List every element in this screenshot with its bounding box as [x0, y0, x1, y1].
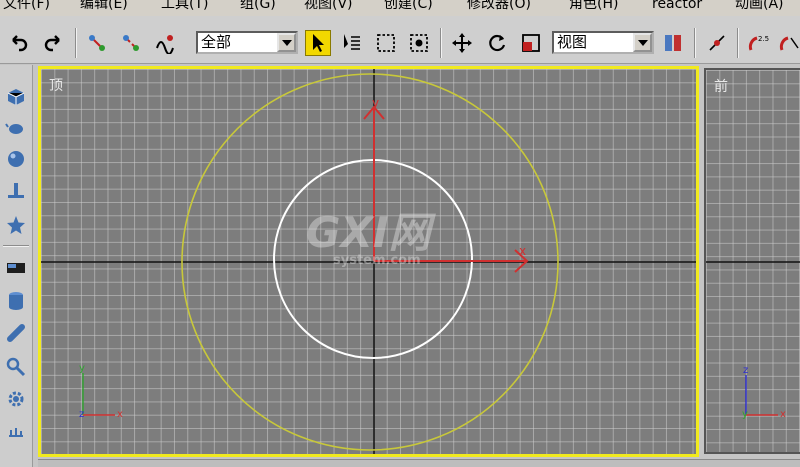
create-capsule-icon[interactable]: [4, 321, 28, 345]
select-and-manipulate-icon[interactable]: [704, 30, 730, 56]
menu-edit[interactable]: 编辑(E): [80, 0, 128, 13]
undo-icon[interactable]: [6, 30, 32, 56]
menu-create[interactable]: 创建(C): [384, 0, 433, 13]
main-toolbar: 全部 视图 2.5: [0, 16, 800, 64]
select-and-scale-icon[interactable]: [518, 30, 544, 56]
selection-filter-value: 全部: [201, 33, 232, 51]
select-and-rotate-icon[interactable]: [484, 30, 510, 56]
window-crossing-icon[interactable]: [406, 30, 432, 56]
create-gear-icon[interactable]: [4, 387, 28, 411]
tripod-y-label: y: [79, 363, 85, 374]
tripod-x-label: x: [780, 409, 786, 420]
menu-modifiers[interactable]: 修改器(O): [467, 0, 531, 13]
watermark-sub-text: system.com: [333, 253, 421, 268]
bind-to-space-warp-icon[interactable]: [152, 30, 178, 56]
menu-character[interactable]: 角色(H): [569, 0, 618, 13]
selection-filter-dropdown[interactable]: 全部: [196, 31, 298, 54]
menu-views[interactable]: 视图(V): [304, 0, 353, 13]
tripod-z-label: z: [743, 365, 748, 376]
toolbar-separator: [737, 28, 739, 58]
menu-file[interactable]: 文件(F): [3, 0, 50, 13]
gizmo-x-label: x: [519, 244, 526, 258]
create-helper-icon[interactable]: [4, 355, 28, 379]
redo-icon[interactable]: [40, 30, 66, 56]
menu-tools[interactable]: 工具(T): [161, 0, 208, 13]
viewport-top-scene: y x GXI网 system.com y x z: [41, 69, 696, 454]
menu-group[interactable]: 组(G): [240, 0, 276, 13]
chevron-down-icon[interactable]: [277, 33, 296, 52]
snap-angle-label: 2.5: [758, 35, 769, 43]
create-box-icon[interactable]: [4, 83, 28, 107]
panel-separator: [3, 245, 29, 247]
viewport-top[interactable]: y x GXI网 system.com y x z 顶: [38, 66, 699, 457]
create-star-icon[interactable]: [4, 213, 28, 237]
percent-snap-toggle-icon[interactable]: [776, 30, 800, 56]
create-cylinder-icon[interactable]: [4, 289, 28, 313]
tripod-y-label: y: [742, 409, 748, 420]
unlink-selection-icon[interactable]: [118, 30, 144, 56]
rectangular-selection-region-icon[interactable]: [373, 30, 399, 56]
create-teapot-icon[interactable]: [4, 115, 28, 139]
watermark-main-text: GXI网: [306, 208, 436, 257]
max-app-window: 文件(F) 编辑(E) 工具(T) 组(G) 视图(V) 创建(C) 修改器(O…: [0, 0, 800, 467]
toolbar-separator: [75, 28, 77, 58]
toolbar-separator: [694, 28, 696, 58]
select-and-link-icon[interactable]: [84, 30, 110, 56]
create-spring-icon[interactable]: [4, 421, 28, 445]
viewport-front-scene: z x y: [706, 261, 800, 420]
axis-tripod: y x z: [79, 363, 123, 420]
watermark-logo: GXI网 system.com: [306, 208, 436, 268]
left-command-bar: [0, 65, 33, 467]
create-plane-icon[interactable]: [4, 179, 28, 203]
viewport-front-label[interactable]: 前: [714, 76, 728, 96]
viewport-front[interactable]: z x y 前: [704, 68, 800, 454]
viewport-bottom-strip: [38, 459, 800, 467]
axis-tripod: z x y: [742, 365, 786, 420]
gizmo-y-label: y: [372, 96, 379, 110]
use-pivot-point-center-icon[interactable]: [660, 30, 686, 56]
reference-coordinate-value: 视图: [557, 33, 588, 51]
menu-bar: 文件(F) 编辑(E) 工具(T) 组(G) 视图(V) 创建(C) 修改器(O…: [0, 0, 800, 16]
angle-snap-toggle-icon[interactable]: 2.5: [745, 30, 771, 56]
create-sphere-icon[interactable]: [4, 147, 28, 171]
select-by-name-icon[interactable]: [338, 30, 364, 56]
menu-animation[interactable]: 动画(A): [735, 0, 784, 13]
select-and-move-icon[interactable]: [449, 30, 475, 56]
toolbar-separator: [440, 28, 442, 58]
menu-reactor[interactable]: reactor: [652, 0, 702, 13]
tripod-z-label: z: [79, 409, 84, 420]
create-box-flat-icon[interactable]: [4, 256, 28, 280]
select-object-icon[interactable]: [305, 30, 331, 56]
viewport-top-label[interactable]: 顶: [49, 75, 63, 95]
reference-coordinate-dropdown[interactable]: 视图: [552, 31, 654, 54]
chevron-down-icon[interactable]: [633, 33, 652, 52]
tripod-x-label: x: [117, 409, 123, 420]
